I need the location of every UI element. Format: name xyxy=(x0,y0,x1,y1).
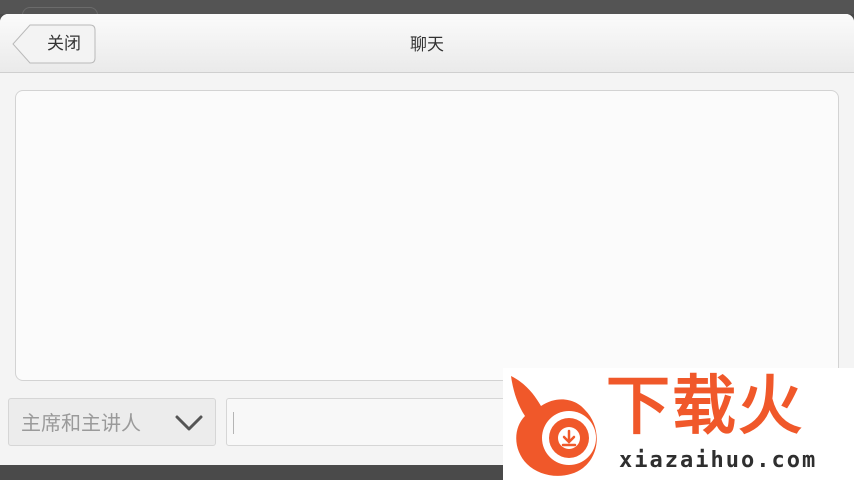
header-bar: 关闭 聊天 xyxy=(0,14,854,73)
close-button-label: 关闭 xyxy=(47,34,81,54)
chat-message-area[interactable] xyxy=(15,90,839,381)
close-button[interactable]: 关闭 xyxy=(12,24,96,64)
text-caret xyxy=(233,412,234,434)
page-title: 聊天 xyxy=(410,35,444,55)
watermark-overlay: 下载火 xiazaihuo.com xyxy=(503,368,854,480)
window-top-strip xyxy=(0,0,854,18)
watermark-url: xiazaihuo.com xyxy=(619,448,818,473)
flame-download-icon xyxy=(511,376,597,476)
recipient-selected-label: 主席和主讲人 xyxy=(21,411,141,435)
watermark-title: 下载火 xyxy=(606,370,804,444)
chevron-down-icon xyxy=(175,415,203,431)
recipient-dropdown[interactable]: 主席和主讲人 xyxy=(8,398,216,446)
